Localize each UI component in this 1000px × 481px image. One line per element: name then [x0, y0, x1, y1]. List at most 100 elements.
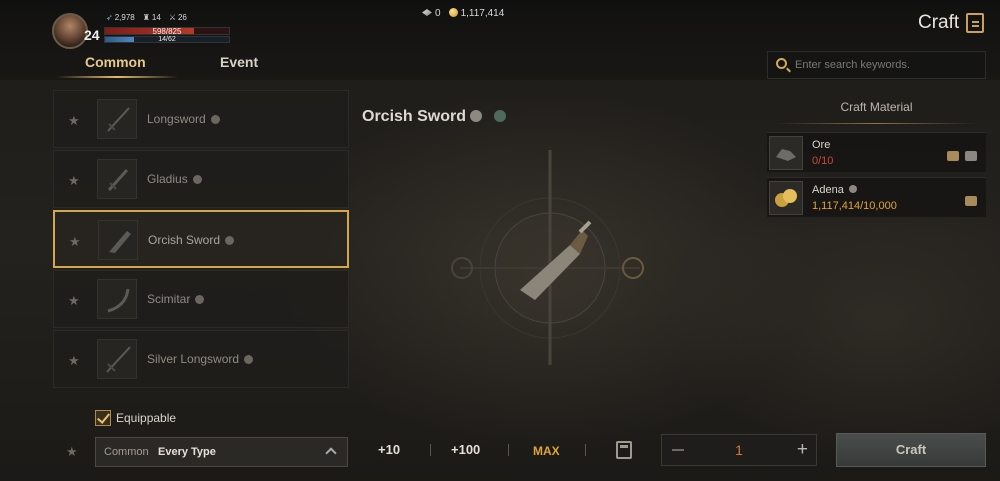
list-item-longsword[interactable]: ★ Longsword	[53, 90, 349, 148]
item-title: Orcish Sword	[362, 108, 467, 125]
exit-icon[interactable]	[966, 13, 984, 33]
search-box[interactable]: Enter search keywords.	[767, 51, 986, 79]
material-name-text: Adena	[812, 184, 844, 196]
favorite-star-icon[interactable]: ★	[68, 113, 80, 129]
equippable-checkbox[interactable]	[95, 410, 111, 426]
list-item-label: Gladius	[147, 172, 202, 186]
stat-c: ⚔ 26	[169, 13, 187, 22]
item-emblem	[440, 150, 660, 370]
info-icon[interactable]	[210, 115, 220, 124]
max-button[interactable]: MAX	[533, 444, 560, 458]
material-count: 0/10	[812, 155, 834, 167]
stat-a-value: 2,978	[114, 13, 135, 22]
search-icon	[776, 58, 787, 69]
stat-c-value: 26	[177, 13, 187, 22]
cleaver-sword-icon	[98, 220, 138, 260]
type-filter-dropdown[interactable]: Common Every Type	[95, 437, 348, 467]
castle-icon: ♜	[142, 13, 150, 22]
gem-icon	[422, 9, 432, 16]
favorite-star-icon[interactable]: ★	[69, 234, 81, 250]
stat-a: ➶ 2,978	[106, 13, 135, 22]
player-stats: ➶ 2,978 ♜ 14 ⚔ 26	[106, 13, 187, 22]
info-icon[interactable]	[195, 295, 205, 304]
plus-10-button[interactable]: +10	[378, 442, 400, 457]
sword-icon	[97, 339, 137, 379]
info-icon[interactable]	[192, 175, 202, 184]
item-name: Gladius	[147, 172, 188, 186]
feather-icon: ➶	[106, 13, 113, 22]
hp-bar: 598/825	[104, 27, 230, 36]
avatar[interactable]	[52, 13, 88, 49]
grade-value: Common	[104, 446, 149, 458]
plus-100-button[interactable]: +100	[451, 442, 480, 457]
acquire-icon[interactable]	[947, 151, 959, 161]
plus-button[interactable]: +	[797, 440, 808, 460]
quantity-value[interactable]: 1	[662, 442, 816, 458]
quantity-stepper[interactable]: 1 +	[661, 434, 817, 466]
favorites-filter-star-icon[interactable]: ★	[66, 444, 78, 460]
gem-value: 0	[435, 8, 441, 19]
hp-text: 598/825	[152, 27, 182, 36]
item-name: Longsword	[147, 112, 206, 126]
info-icon[interactable]	[225, 236, 235, 245]
stat-b-value: 14	[151, 13, 161, 22]
active-tab-indicator	[56, 76, 178, 78]
orcish-sword-illustration	[451, 150, 644, 365]
mp-bar: 14/62	[104, 36, 230, 43]
favorite-star-icon[interactable]: ★	[68, 353, 80, 369]
info-icon[interactable]	[848, 185, 857, 193]
tab-common[interactable]: Common	[85, 54, 146, 70]
material-name: Adena	[812, 184, 857, 196]
adena-count: 1,117,414	[448, 8, 505, 19]
curved-sword-icon	[97, 279, 137, 319]
type-value: Every Type	[158, 446, 216, 458]
gem-count: 0	[422, 8, 441, 19]
page-title: Craft	[918, 12, 960, 33]
sword-icon	[97, 99, 137, 139]
divider	[585, 444, 586, 456]
divider	[508, 444, 509, 456]
wing-icon: ⚔	[168, 13, 176, 22]
equippable-label: Equippable	[116, 411, 177, 425]
material-name: Ore	[812, 139, 831, 151]
adena-value: 1,117,414	[460, 8, 505, 19]
list-item-label: Longsword	[147, 112, 220, 126]
material-count: 1,117,414/10,000	[812, 200, 897, 212]
info-icon[interactable]	[244, 355, 254, 364]
mp-text: 14/62	[158, 36, 176, 43]
coin-icon	[448, 8, 458, 17]
craft-button[interactable]: Craft	[836, 433, 986, 467]
chevron-up-icon	[325, 447, 337, 459]
favorite-star-icon[interactable]: ★	[68, 293, 80, 309]
list-item-silver-longsword[interactable]: ★ Silver Longsword	[53, 330, 349, 388]
class-icon	[494, 110, 506, 122]
item-name: Silver Longsword	[147, 352, 240, 366]
item-name: Scimitar	[147, 292, 191, 306]
acquire-icon[interactable]	[965, 196, 977, 206]
currency-display: 0 1,117,414	[422, 8, 504, 19]
info-icon[interactable]	[470, 110, 482, 122]
material-row-ore[interactable]: Ore 0/10	[767, 132, 986, 172]
list-item-label: Silver Longsword	[147, 352, 254, 366]
craft-material-heading: Craft Material	[840, 100, 913, 114]
search-input[interactable]: Enter search keywords.	[795, 59, 910, 71]
tab-event[interactable]: Event	[220, 54, 258, 70]
sword-icon	[97, 159, 137, 199]
item-list[interactable]: ★ Longsword ★ Gladius ★ Orcish Sword ★ S…	[53, 90, 349, 390]
item-name: Orcish Sword	[148, 233, 221, 247]
list-item-orcish-sword[interactable]: ★ Orcish Sword	[53, 210, 349, 268]
list-item-scimitar[interactable]: ★ Scimitar	[53, 270, 349, 328]
favorite-star-icon[interactable]: ★	[68, 173, 80, 189]
stat-b: ♜ 14	[143, 13, 161, 22]
material-row-adena[interactable]: Adena 1,117,414/10,000	[767, 177, 986, 217]
divider	[430, 444, 431, 456]
list-item-label: Orcish Sword	[148, 233, 235, 247]
calculator-icon[interactable]	[616, 441, 632, 459]
list-item-label: Scimitar	[147, 292, 205, 306]
divider	[777, 123, 976, 124]
ore-icon	[769, 136, 803, 170]
scale-icon[interactable]	[965, 151, 977, 161]
player-level: 24	[84, 27, 100, 43]
list-item-gladius[interactable]: ★ Gladius	[53, 150, 349, 208]
gold-coins-icon	[769, 181, 803, 215]
